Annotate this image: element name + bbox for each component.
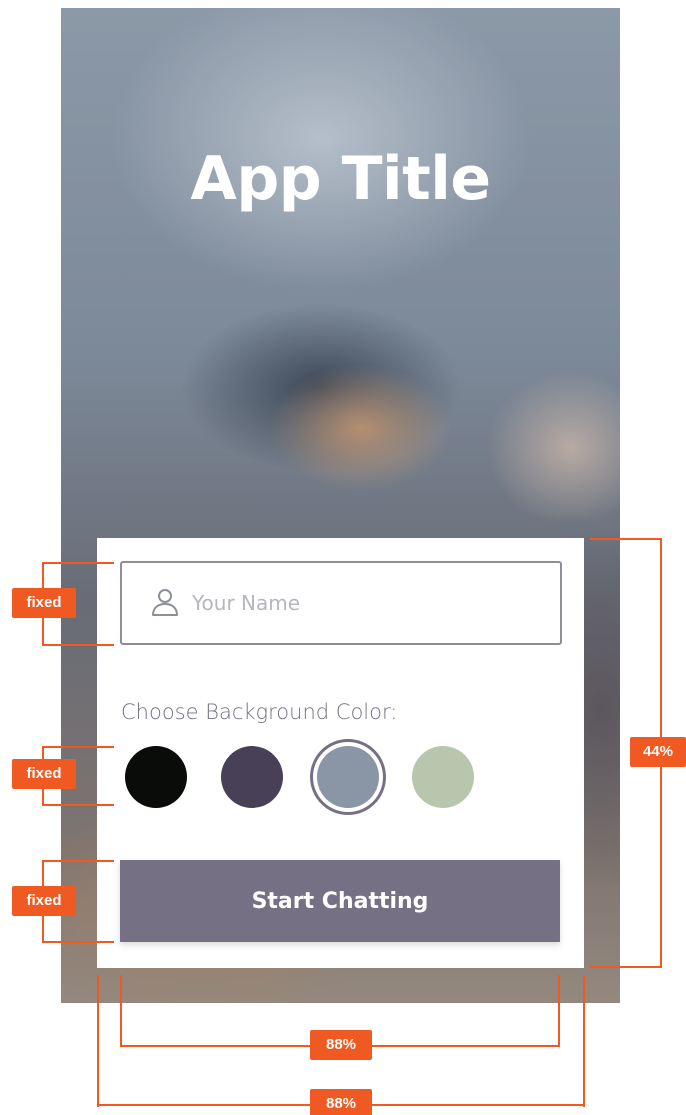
app-title: App Title: [190, 144, 491, 214]
name-input[interactable]: [192, 583, 542, 623]
color-swatch-purple[interactable]: [221, 746, 283, 808]
fixed-tag: fixed: [12, 886, 76, 916]
color-label: Choose Background Color:: [121, 700, 398, 724]
start-form-card: Choose Background Color: Start Chatting: [97, 538, 584, 968]
fixed-tag: fixed: [12, 588, 76, 618]
color-swatch-green[interactable]: [412, 746, 474, 808]
color-swatch-gray[interactable]: [317, 746, 379, 808]
user-icon: [152, 589, 178, 616]
fixed-tag: fixed: [12, 759, 76, 789]
percent-tag: 88%: [310, 1089, 372, 1115]
color-swatch-black[interactable]: [125, 746, 187, 808]
name-field[interactable]: [120, 561, 562, 645]
percent-tag: 44%: [630, 737, 686, 767]
percent-tag: 88%: [310, 1030, 372, 1060]
start-chatting-button[interactable]: Start Chatting: [120, 860, 560, 942]
